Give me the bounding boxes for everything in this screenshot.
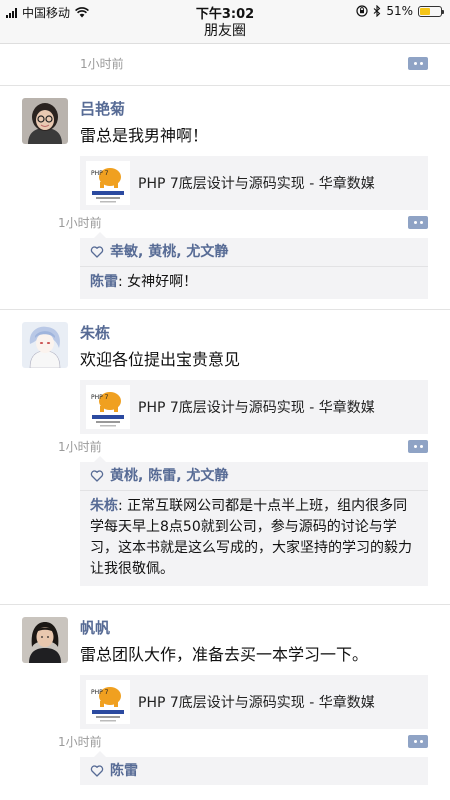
post-author[interactable]: 吕艳菊	[80, 98, 428, 120]
avatar[interactable]	[22, 322, 68, 368]
lock-rotation-icon	[356, 5, 368, 17]
heart-icon	[90, 470, 104, 482]
shared-link-title: PHP 7底层设计与源码实现 - 华章数媒	[138, 400, 375, 416]
comment-text: 正常互联网公司都是十点半上班，组内很多同学每天早上8点50就到公司，参与源码的讨…	[90, 498, 412, 577]
moments-feed[interactable]: 1小时前 吕艳菊 雷总是我男神啊！ PHP 7 PHP 7底层设计与源码实现 -…	[0, 45, 450, 785]
post-time: 1小时前	[58, 440, 102, 454]
moment-post: 帆帆 雷总团队大作，准备去买一本学习一下。 PHP 7 PHP 7底层设计与源码…	[0, 605, 450, 785]
heart-icon	[90, 765, 104, 777]
likes-row: 陈雷	[80, 757, 428, 785]
shared-link-title: PHP 7底层设计与源码实现 - 华章数媒	[138, 695, 375, 711]
page-title: 朋友圈	[204, 23, 246, 39]
more-comment-icon[interactable]	[408, 440, 428, 453]
interaction-panel: 幸敏, 黄桃, 尤文静 陈雷: 女神好啊！	[80, 232, 428, 299]
shared-link-card[interactable]: PHP 7 PHP 7底层设计与源码实现 - 华章数媒	[80, 675, 428, 729]
avatar[interactable]	[22, 617, 68, 663]
comment-text: 女神好啊！	[127, 274, 198, 290]
post-author[interactable]: 帆帆	[80, 617, 428, 639]
post-footer: 1小时前	[0, 45, 450, 75]
like-name[interactable]: 尤文静	[186, 468, 228, 484]
interaction-panel: 陈雷	[80, 751, 428, 785]
svg-text:PHP 7: PHP 7	[91, 689, 109, 696]
book-cover-icon: PHP 7	[86, 161, 130, 205]
post-footer: 1小时前	[0, 729, 428, 755]
post-text: 雷总团队大作，准备去买一本学习一下。	[80, 645, 369, 664]
post-footer: 1小时前	[0, 434, 428, 460]
post-footer: 1小时前	[0, 210, 428, 236]
post-text: 雷总是我男神啊！	[80, 126, 209, 145]
shared-link-card[interactable]: PHP 7 PHP 7底层设计与源码实现 - 华章数媒	[80, 156, 428, 210]
more-comment-icon[interactable]	[408, 57, 428, 70]
more-comment-icon[interactable]	[408, 216, 428, 229]
comment[interactable]: 陈雷: 女神好啊！	[80, 267, 428, 299]
svg-text:PHP 7: PHP 7	[91, 394, 109, 401]
book-cover-icon: PHP 7	[86, 680, 130, 724]
likes-row: 黄桃, 陈雷, 尤文静	[80, 462, 428, 491]
like-name[interactable]: 黄桃	[148, 244, 176, 260]
shared-link-card[interactable]: PHP 7 PHP 7底层设计与源码实现 - 华章数媒	[80, 380, 428, 434]
likes-row: 幸敏, 黄桃, 尤文静	[80, 238, 428, 267]
status-right: 51%	[356, 4, 444, 18]
more-comment-icon[interactable]	[408, 735, 428, 748]
like-name[interactable]: 陈雷	[110, 762, 138, 780]
battery-icon	[418, 5, 444, 17]
post-time: 1小时前	[58, 216, 102, 230]
moment-post: 朱栋 欢迎各位提出宝贵意见 PHP 7 PHP 7底层设计与源码实现 - 华章数…	[0, 310, 450, 604]
comment-author[interactable]: 陈雷	[90, 274, 118, 290]
post-time: 1小时前	[58, 735, 102, 749]
post-author[interactable]: 朱栋	[80, 322, 428, 344]
bluetooth-icon	[373, 5, 381, 17]
comment[interactable]: 朱栋: 正常互联网公司都是十点半上班，组内很多同学每天早上8点50就到公司，参与…	[80, 491, 428, 586]
moment-post: 吕艳菊 雷总是我男神啊！ PHP 7 PHP 7底层设计与源码实现 - 华章数媒…	[0, 86, 450, 309]
avatar[interactable]	[22, 98, 68, 144]
like-name[interactable]: 幸敏	[110, 244, 138, 260]
battery-percent: 51%	[386, 4, 413, 18]
interaction-panel: 黄桃, 陈雷, 尤文静 朱栋: 正常互联网公司都是十点半上班，组内很多同学每天早…	[80, 456, 428, 586]
status-bar: 中国移动 下午3:02 朋友圈 51%	[0, 0, 450, 44]
heart-icon	[90, 246, 104, 258]
like-name[interactable]: 尤文静	[186, 244, 228, 260]
comment-author[interactable]: 朱栋	[90, 498, 118, 514]
like-name[interactable]: 黄桃	[110, 468, 138, 484]
post-time: 1小时前	[80, 57, 124, 71]
shared-link-title: PHP 7底层设计与源码实现 - 华章数媒	[138, 176, 375, 192]
post-text: 欢迎各位提出宝贵意见	[80, 350, 241, 369]
book-cover-icon: PHP 7	[86, 385, 130, 429]
like-name[interactable]: 陈雷	[148, 468, 176, 484]
svg-text:PHP 7: PHP 7	[91, 170, 109, 177]
